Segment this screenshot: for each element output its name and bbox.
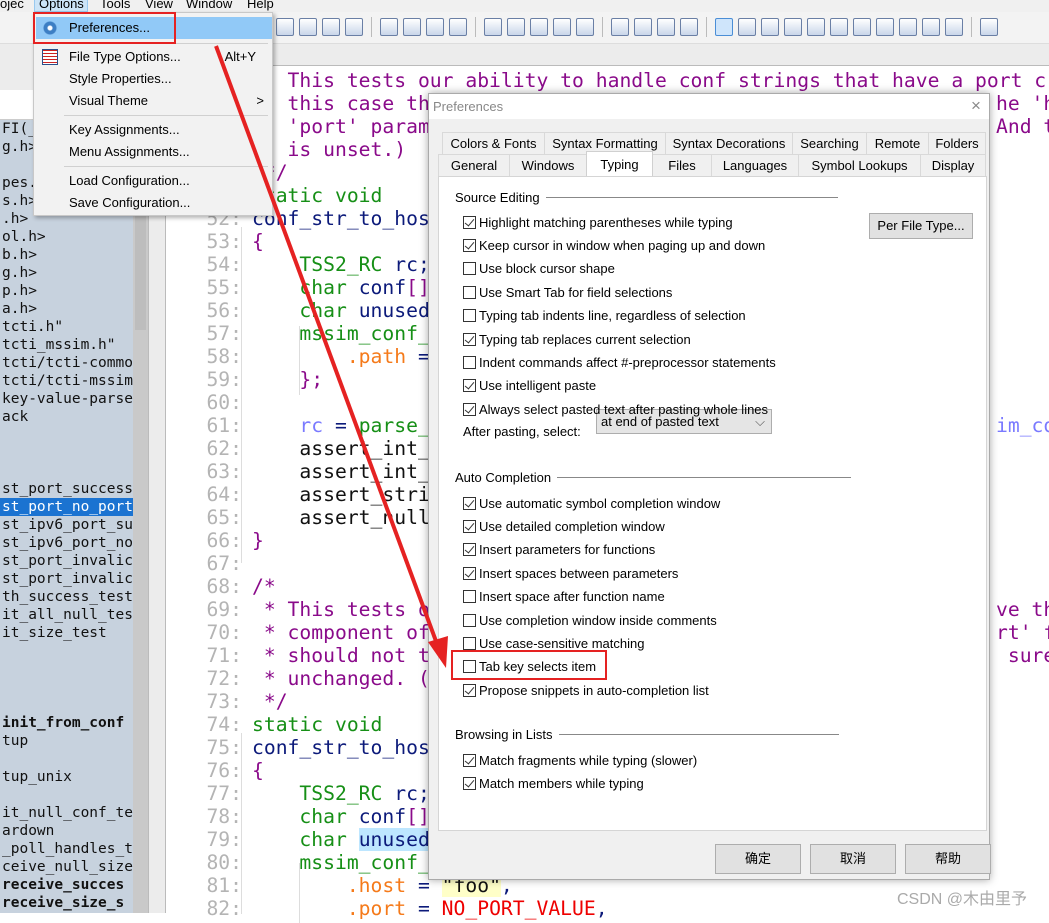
watermark: CSDN @木由里予 <box>897 891 1028 908</box>
annotation-arrow <box>214 45 448 668</box>
tab-typing[interactable]: Typing <box>586 151 653 176</box>
